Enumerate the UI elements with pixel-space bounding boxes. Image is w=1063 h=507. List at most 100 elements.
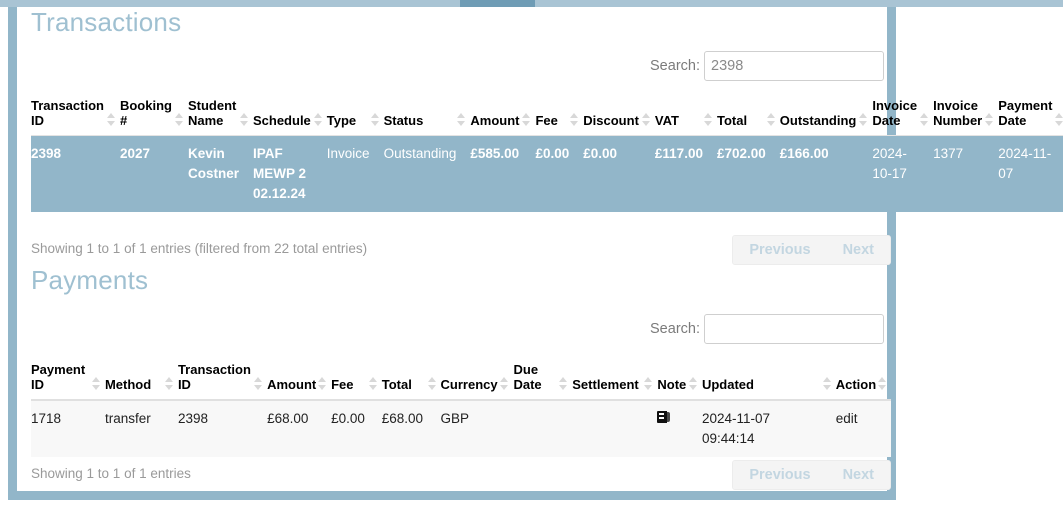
sort-icon[interactable] [985,113,994,126]
th-currency[interactable]: Currency [441,359,514,400]
sort-icon[interactable] [920,113,929,126]
transactions-pagination: Previous Next [732,235,891,265]
th-label: Invoice Date [872,98,917,128]
th-fee[interactable]: Fee [331,359,382,400]
th-label: Fee [535,113,557,128]
cell-payment-date: 2024-11-07 [998,136,1063,213]
th-label: VAT [655,113,679,128]
th-transaction-id[interactable]: Transaction ID [31,95,120,136]
th-student-name[interactable]: Student Name [188,95,253,136]
cell-type: Invoice [327,136,384,213]
th-label: Payment Date [998,98,1052,128]
table-row[interactable]: 2398 2027 Kevin Costner IPAF MEWP 2 02.1… [31,136,1063,213]
transactions-next-button[interactable]: Next [827,236,890,264]
th-amount[interactable]: Amount [470,95,535,136]
sort-icon[interactable] [522,113,531,126]
sort-icon[interactable] [1055,113,1063,126]
th-note[interactable]: Note [657,359,702,400]
sort-icon[interactable] [92,377,101,390]
sort-icon[interactable] [570,113,579,126]
page-horizontal-scrollbar[interactable] [0,0,1063,7]
payments-next-button[interactable]: Next [827,461,890,489]
sort-icon[interactable] [689,377,698,390]
payments-table-footer: Showing 1 to 1 of 1 entries Previous Nex… [31,460,891,496]
th-transaction-id[interactable]: Transaction ID [178,359,267,400]
payments-table-body: 1718 transfer 2398 £68.00 £0.00 £68.00 G… [31,400,891,457]
sort-icon[interactable] [371,113,380,126]
transactions-previous-button[interactable]: Previous [733,236,826,264]
cell-student-name: Kevin Costner [188,136,253,213]
th-label: Amount [267,377,316,392]
th-discount[interactable]: Discount [583,95,655,136]
th-schedule[interactable]: Schedule [253,95,327,136]
cell-invoice-number: 1377 [933,136,998,213]
th-label: Student Name [188,98,236,128]
transactions-search-input[interactable] [704,51,884,81]
sort-icon[interactable] [823,377,832,390]
cell-amount: £68.00 [267,400,331,457]
edit-link[interactable]: edit [836,411,858,426]
th-outstanding[interactable]: Outstanding [780,95,873,136]
sort-icon[interactable] [314,113,323,126]
payments-search-input[interactable] [704,314,884,344]
th-type[interactable]: Type [327,95,384,136]
th-invoice-date[interactable]: Invoice Date [872,95,933,136]
th-status[interactable]: Status [384,95,471,136]
page-scrollbar-thumb[interactable] [460,0,535,7]
payments-previous-button[interactable]: Previous [733,461,826,489]
sort-icon[interactable] [175,113,184,126]
sort-icon[interactable] [559,377,568,390]
th-due-date[interactable]: Due Date [513,359,572,400]
sort-icon[interactable] [767,113,776,126]
cell-status: Outstanding [384,136,471,213]
th-booking-no[interactable]: Booking # [120,95,188,136]
cell-total: £702.00 [717,136,780,213]
th-settlement[interactable]: Settlement [572,359,657,400]
sort-icon[interactable] [107,113,116,126]
sort-icon[interactable] [428,377,437,390]
cell-currency: GBP [441,400,514,457]
th-total[interactable]: Total [717,95,780,136]
th-updated[interactable]: Updated [702,359,836,400]
sort-icon[interactable] [165,377,174,390]
th-label: Transaction ID [31,98,104,128]
th-label: Total [382,377,412,392]
cell-updated: 2024-11-07 09:44:14 [702,400,836,457]
th-label: Currency [441,377,498,392]
sort-icon[interactable] [318,377,327,390]
sort-icon[interactable] [644,377,653,390]
th-payment-date[interactable]: Payment Date [998,95,1063,136]
cell-schedule: IPAF MEWP 2 02.12.24 [253,136,327,213]
th-amount[interactable]: Amount [267,359,331,400]
cell-discount: £0.00 [583,136,655,213]
sort-icon[interactable] [878,377,887,390]
sort-icon[interactable] [500,377,509,390]
th-fee[interactable]: Fee [535,95,583,136]
th-total[interactable]: Total [382,359,441,400]
th-method[interactable]: Method [105,359,178,400]
cell-invoice-date: 2024-10-17 [872,136,933,213]
sort-icon[interactable] [369,377,378,390]
th-payment-id[interactable]: Payment ID [31,359,105,400]
th-action[interactable]: Action [836,359,891,400]
sort-icon[interactable] [240,113,249,126]
table-row[interactable]: 1718 transfer 2398 £68.00 £0.00 £68.00 G… [31,400,891,457]
cell-fee: £0.00 [535,136,583,213]
th-label: Status [384,113,424,128]
sort-icon[interactable] [254,377,263,390]
transactions-table-footer: Showing 1 to 1 of 1 entries (filtered fr… [31,235,891,271]
sort-icon[interactable] [859,113,868,126]
cell-vat: £117.00 [655,136,717,213]
payments-showing-text: Showing 1 to 1 of 1 entries [31,466,191,481]
note-book-icon[interactable] [657,411,670,423]
transactions-header-row: Transaction ID Booking # Student Name Sc… [31,95,1063,136]
th-vat[interactable]: VAT [655,95,717,136]
cell-due-date [513,400,572,457]
transactions-search-label: Search: [650,58,700,74]
sort-icon[interactable] [642,113,651,126]
cell-fee: £0.00 [331,400,382,457]
th-invoice-number[interactable]: Invoice Number [933,95,998,136]
sort-icon[interactable] [457,113,466,126]
sort-icon[interactable] [704,113,713,126]
th-label: Discount [583,113,639,128]
